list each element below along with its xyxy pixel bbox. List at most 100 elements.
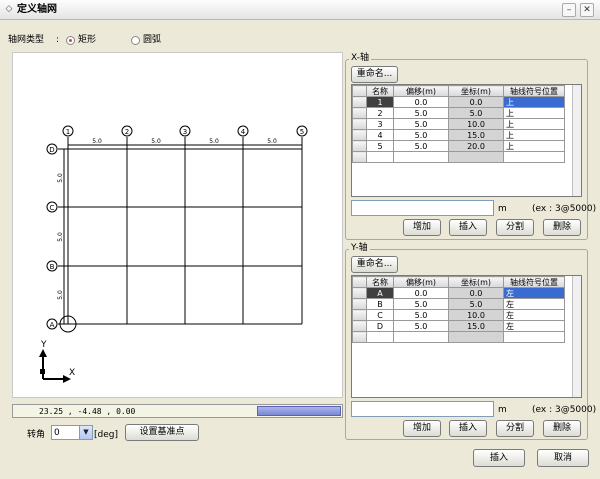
cell-name[interactable]: 5 — [366, 140, 394, 152]
cell-name[interactable]: 2 — [366, 107, 394, 119]
row-selector[interactable] — [352, 118, 367, 130]
table-row[interactable]: 2 5.0 5.0 上 — [352, 107, 565, 119]
column-header[interactable]: 名称 — [366, 276, 394, 288]
x-insert-button[interactable]: 插入 — [449, 219, 487, 236]
y-axis-label: D — [49, 146, 54, 154]
cell-name[interactable]: 4 — [366, 129, 394, 141]
cell-name-empty[interactable] — [366, 331, 394, 343]
y-axis-table[interactable]: 名称 偏移(m) 坐标(m) 轴线符号位置 A 0.0 0.0 左 B 5.0 … — [351, 275, 582, 398]
y-split-button[interactable]: 分割 — [496, 420, 534, 437]
y-rename-button[interactable]: 重命名... — [351, 256, 398, 273]
cell-symbol-position[interactable]: 上 — [503, 129, 565, 141]
cell-symbol-position[interactable]: 左 — [503, 298, 565, 310]
row-selector[interactable] — [352, 96, 367, 108]
cell-symbol-position[interactable]: 上 — [503, 107, 565, 119]
cell-offset[interactable]: 0.0 — [393, 287, 449, 299]
x-axis-panel-title: X-轴 — [349, 53, 371, 64]
radio-rectangular[interactable] — [66, 36, 75, 45]
table-row[interactable]: 3 5.0 10.0 上 — [352, 118, 565, 130]
cell-offset[interactable]: 5.0 — [393, 298, 449, 310]
cell-name[interactable]: D — [366, 320, 394, 332]
table-row[interactable]: B 5.0 5.0 左 — [352, 298, 565, 310]
row-selector[interactable] — [352, 320, 367, 332]
cancel-button[interactable]: 取消 — [537, 449, 589, 467]
cell-offset[interactable]: 5.0 — [393, 140, 449, 152]
y-table-scrollbar[interactable] — [572, 276, 581, 397]
radio-arc[interactable] — [131, 36, 140, 45]
column-header[interactable]: 名称 — [366, 85, 394, 97]
row-selector[interactable] — [352, 107, 367, 119]
cell-offset[interactable]: 5.0 — [393, 118, 449, 130]
row-selector[interactable] — [352, 287, 367, 299]
column-header[interactable]: 偏移(m) — [393, 85, 449, 97]
table-row[interactable]: 4 5.0 15.0 上 — [352, 129, 565, 141]
x-axis-table[interactable]: 名称 偏移(m) 坐标(m) 轴线符号位置 1 0.0 0.0 上 2 5.0 … — [351, 84, 582, 197]
cell-offset[interactable]: 5.0 — [393, 107, 449, 119]
row-selector[interactable] — [352, 309, 367, 321]
row-selector[interactable] — [352, 331, 367, 343]
cell-name[interactable]: 1 — [366, 96, 394, 108]
column-header[interactable]: 偏移(m) — [393, 276, 449, 288]
row-selector[interactable] — [352, 151, 367, 163]
x-split-button[interactable]: 分割 — [496, 219, 534, 236]
chevron-down-icon[interactable]: ▼ — [79, 426, 92, 439]
x-axis-label: 4 — [241, 128, 246, 136]
table-corner — [352, 85, 367, 97]
cell-symbol-position[interactable]: 上 — [503, 96, 565, 108]
cell-offset[interactable]: 5.0 — [393, 309, 449, 321]
x-table-scrollbar[interactable] — [572, 85, 581, 196]
y-spacing-label: 5.0 — [57, 290, 64, 300]
row-selector[interactable] — [352, 140, 367, 152]
cell-offset[interactable]: 0.0 — [393, 96, 449, 108]
cell-name[interactable]: B — [366, 298, 394, 310]
cell-symbol-position[interactable]: 上 — [503, 118, 565, 130]
radio-rectangular-label[interactable]: 矩形 — [78, 34, 96, 46]
rotation-select[interactable]: 0 ▼ — [51, 425, 93, 440]
column-header[interactable]: 坐标(m) — [448, 85, 504, 97]
cell-symbol-position[interactable]: 左 — [503, 287, 565, 299]
table-row[interactable]: D 5.0 15.0 左 — [352, 320, 565, 332]
cell-symbol-position[interactable]: 上 — [503, 140, 565, 152]
set-base-point-button[interactable]: 设置基准点 — [125, 424, 199, 441]
x-spacing-label: 5.0 — [92, 138, 102, 145]
cell-symbol-position-empty[interactable] — [503, 331, 565, 343]
column-header[interactable]: 坐标(m) — [448, 276, 504, 288]
cell-symbol-position[interactable]: 左 — [503, 320, 565, 332]
cell-coordinate: 5.0 — [448, 107, 504, 119]
cell-name[interactable]: C — [366, 309, 394, 321]
table-row[interactable]: A 0.0 0.0 左 — [352, 287, 565, 299]
cell-offset[interactable]: 5.0 — [393, 129, 449, 141]
table-row-new[interactable] — [352, 151, 565, 163]
cell-name[interactable]: A — [366, 287, 394, 299]
grid-type-label: 轴网类型 — [8, 35, 45, 45]
minimize-button[interactable]: – — [562, 3, 576, 17]
column-header[interactable]: 轴线符号位置 — [503, 276, 565, 288]
y-add-button[interactable]: 增加 — [403, 420, 441, 437]
x-add-button[interactable]: 增加 — [403, 219, 441, 236]
x-unit-label: m — [498, 204, 507, 214]
table-row[interactable]: 5 5.0 20.0 上 — [352, 140, 565, 152]
cell-symbol-position-empty[interactable] — [503, 151, 565, 163]
column-header[interactable]: 轴线符号位置 — [503, 85, 565, 97]
y-insert-button[interactable]: 插入 — [449, 420, 487, 437]
x-spacing-input[interactable] — [351, 200, 494, 216]
cell-symbol-position[interactable]: 左 — [503, 309, 565, 321]
table-row[interactable]: 1 0.0 0.0 上 — [352, 96, 565, 108]
radio-arc-label[interactable]: 圆弧 — [143, 34, 161, 46]
cell-offset-empty[interactable] — [393, 151, 449, 163]
cell-name[interactable]: 3 — [366, 118, 394, 130]
table-row[interactable]: C 5.0 10.0 左 — [352, 309, 565, 321]
cell-name-empty[interactable] — [366, 151, 394, 163]
y-spacing-input[interactable] — [351, 401, 494, 417]
cell-offset-empty[interactable] — [393, 331, 449, 343]
row-selector[interactable] — [352, 298, 367, 310]
y-delete-button[interactable]: 删除 — [543, 420, 581, 437]
grid-canvas[interactable]: 1 2 3 4 5 D C B A 5.0 5.0 5.0 5.0 5.0 5.… — [12, 52, 343, 398]
close-button[interactable]: ✕ — [580, 3, 594, 17]
x-rename-button[interactable]: 重命名... — [351, 66, 398, 83]
table-row-new[interactable] — [352, 331, 565, 343]
cell-offset[interactable]: 5.0 — [393, 320, 449, 332]
row-selector[interactable] — [352, 129, 367, 141]
x-delete-button[interactable]: 删除 — [543, 219, 581, 236]
insert-button[interactable]: 插入 — [473, 449, 525, 467]
